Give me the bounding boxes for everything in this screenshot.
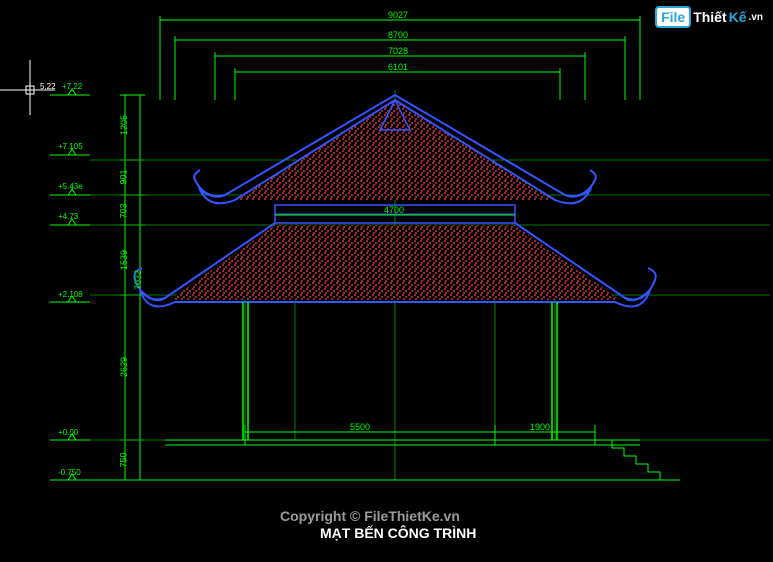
lower-roof (134, 223, 655, 306)
elev-1: +7.22 (62, 82, 82, 91)
elev-5: +2.108 (58, 290, 83, 299)
elev-2: +7.105 (58, 142, 83, 151)
dim-top4: 6101 (388, 62, 408, 72)
dim-v6: 2629 (119, 357, 129, 377)
upper-roof (194, 95, 596, 203)
watermark-text: Copyright © FileThietKe.vn (280, 508, 460, 524)
cad-drawing (0, 0, 773, 562)
dim-bottom-left: 5500 (350, 422, 370, 432)
dim-v1: 1205 (119, 115, 129, 135)
drawing-title: MẠT BẾN CÔNG TRÌNH (320, 525, 476, 541)
dim-v4: 7032 (133, 270, 143, 290)
logo-word2: Kế (729, 9, 747, 25)
dim-top3: 7028 (388, 46, 408, 56)
dim-middle: 4700 (384, 205, 404, 215)
columns (243, 302, 557, 440)
dim-top1: 9027 (388, 10, 408, 20)
logo-suffix: .vn (749, 12, 763, 23)
ground (165, 440, 640, 445)
dim-v7: 750 (119, 452, 129, 467)
dim-top2: 8700 (388, 30, 408, 40)
logo-word1: Thiết (693, 9, 726, 25)
logo[interactable]: File Thiết Kế .vn (655, 6, 763, 28)
elev-4: +4.73 (58, 212, 78, 221)
stairs (600, 440, 672, 480)
elev-7: -0.750 (58, 468, 81, 477)
logo-box: File (655, 6, 691, 28)
dim-bottom-right: 1900 (530, 422, 550, 432)
elev-6: +0.00 (58, 428, 78, 437)
top-dimensions (160, 16, 640, 100)
dim-v3: 703 (119, 203, 129, 218)
cursor-coord: 5.22 (40, 82, 56, 91)
dim-v2: 901 (119, 169, 129, 184)
elev-3: +5.43e (58, 182, 83, 191)
dim-v5: 1539 (119, 250, 129, 270)
